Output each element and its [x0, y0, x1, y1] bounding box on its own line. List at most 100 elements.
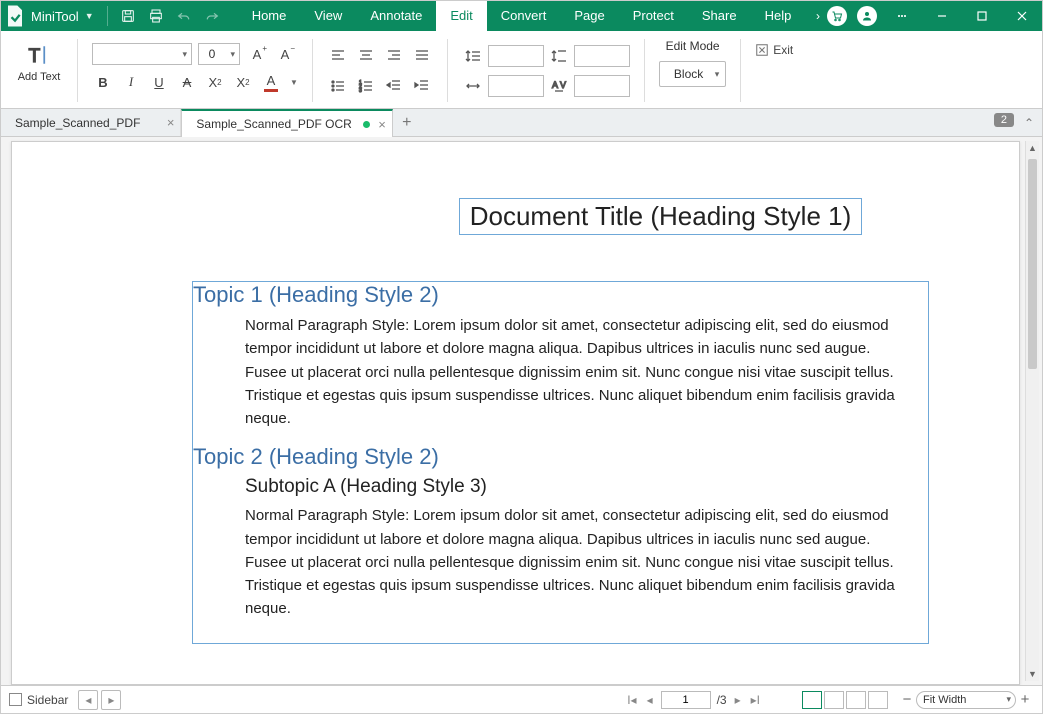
- align-right-icon[interactable]: [383, 45, 405, 67]
- font-color-dropdown-icon[interactable]: ▼: [290, 78, 298, 87]
- app-name: MiniTool: [29, 9, 83, 24]
- zoom-dropdown[interactable]: Fit Width: [916, 691, 1016, 709]
- char-spacing-input[interactable]: [574, 75, 630, 97]
- add-text-button[interactable]: T Add Text: [15, 37, 63, 83]
- view-back-button[interactable]: ◂: [78, 690, 98, 710]
- text-edit-box[interactable]: Topic 1 (Heading Style 2) Normal Paragra…: [192, 281, 929, 644]
- underline-button[interactable]: U: [148, 71, 170, 93]
- bullet-list-icon[interactable]: [327, 75, 349, 97]
- menu-edit[interactable]: Edit: [436, 1, 486, 31]
- edit-mode-dropdown[interactable]: Block: [659, 61, 726, 87]
- strikethrough-button[interactable]: A: [176, 71, 198, 93]
- tab-close-icon[interactable]: ×: [378, 117, 386, 132]
- first-page-icon[interactable]: I◂: [625, 693, 638, 707]
- page-navigation: I◂ ◂ /3 ▸ ▸I: [625, 691, 762, 709]
- bold-button[interactable]: B: [92, 71, 114, 93]
- italic-button[interactable]: I: [120, 71, 142, 93]
- ribbon: T Add Text 0 A A B I U A X2 X2 A ▼: [1, 31, 1042, 109]
- exit-icon: [755, 43, 769, 57]
- facing-view-icon[interactable]: [824, 691, 844, 709]
- align-justify-icon[interactable]: [411, 45, 433, 67]
- add-text-label: Add Text: [18, 71, 61, 83]
- menu-help[interactable]: Help: [751, 1, 806, 31]
- print-icon[interactable]: [142, 1, 170, 31]
- sidebar-label: Sidebar: [27, 693, 68, 707]
- view-forward-button[interactable]: ▸: [101, 690, 121, 710]
- numbered-list-icon[interactable]: 123: [355, 75, 377, 97]
- save-icon[interactable]: [114, 1, 142, 31]
- nav-right-icon[interactable]: ›: [816, 9, 820, 23]
- paragraph[interactable]: Normal Paragraph Style: Lorem ipsum dolo…: [245, 314, 916, 430]
- font-size-dropdown[interactable]: 0: [198, 43, 240, 65]
- tab-close-icon[interactable]: ×: [167, 115, 175, 130]
- cart-icon[interactable]: [827, 6, 847, 26]
- continuous-view-icon[interactable]: [846, 691, 866, 709]
- paragraph-spacing-input[interactable]: [574, 45, 630, 67]
- zoom-out-button[interactable]: −: [898, 691, 916, 708]
- prev-page-icon[interactable]: ◂: [645, 693, 655, 707]
- title-bar: MiniTool ▼ Home View Annotate Edit Conve…: [1, 1, 1042, 31]
- close-button[interactable]: [1002, 1, 1042, 31]
- scroll-thumb[interactable]: [1028, 159, 1037, 369]
- line-spacing-input[interactable]: [488, 45, 544, 67]
- page-canvas[interactable]: Document Title (Heading Style 1) Topic 1…: [11, 141, 1020, 685]
- scroll-down-icon[interactable]: ▼: [1026, 667, 1039, 681]
- font-color-button[interactable]: A: [260, 71, 282, 93]
- single-page-view-icon[interactable]: [802, 691, 822, 709]
- zoom-in-button[interactable]: +: [1016, 691, 1034, 708]
- document-tab[interactable]: Sample_Scanned_PDF ×: [1, 109, 181, 136]
- decrease-indent-icon[interactable]: [383, 75, 405, 97]
- heading-topic1[interactable]: Topic 1 (Heading Style 2): [193, 282, 916, 308]
- menu-view[interactable]: View: [300, 1, 356, 31]
- increase-font-icon[interactable]: A: [246, 43, 268, 65]
- menu-page[interactable]: Page: [560, 1, 618, 31]
- menu-convert[interactable]: Convert: [487, 1, 561, 31]
- maximize-button[interactable]: [962, 1, 1002, 31]
- app-menu-dropdown-icon[interactable]: ▼: [83, 11, 101, 21]
- status-bar: Sidebar ◂ ▸ I◂ ◂ /3 ▸ ▸I − Fit Width +: [1, 685, 1042, 713]
- undo-icon[interactable]: [170, 1, 198, 31]
- exit-button[interactable]: Exit: [755, 37, 793, 57]
- decrease-font-icon[interactable]: A: [274, 43, 296, 65]
- horizontal-scale-input[interactable]: [488, 75, 544, 97]
- main-menu: Home View Annotate Edit Convert Page Pro…: [238, 1, 806, 31]
- horizontal-scale-icon: [462, 75, 484, 97]
- user-icon[interactable]: [857, 6, 877, 26]
- document-tab-active[interactable]: Sample_Scanned_PDF OCR ×: [181, 109, 392, 137]
- last-page-icon[interactable]: ▸I: [749, 693, 762, 707]
- current-page-input[interactable]: [661, 691, 711, 709]
- line-spacing-icon: [462, 45, 484, 67]
- menu-annotate[interactable]: Annotate: [356, 1, 436, 31]
- total-pages-label: /3: [717, 693, 727, 707]
- new-tab-button[interactable]: +: [393, 109, 421, 136]
- increase-indent-icon[interactable]: [411, 75, 433, 97]
- sidebar-checkbox[interactable]: [9, 693, 22, 706]
- svg-text:V: V: [560, 80, 566, 90]
- align-center-icon[interactable]: [355, 45, 377, 67]
- minimize-button[interactable]: [922, 1, 962, 31]
- menu-protect[interactable]: Protect: [619, 1, 688, 31]
- modified-indicator-icon: [363, 121, 370, 128]
- svg-text:T: T: [29, 46, 41, 67]
- paragraph[interactable]: Normal Paragraph Style: Lorem ipsum dolo…: [245, 504, 916, 620]
- next-page-icon[interactable]: ▸: [733, 693, 743, 707]
- align-left-icon[interactable]: [327, 45, 349, 67]
- heading-topic2[interactable]: Topic 2 (Heading Style 2): [193, 444, 916, 470]
- continuous-facing-view-icon[interactable]: [868, 691, 888, 709]
- svg-text:A: A: [552, 80, 558, 90]
- subscript-button[interactable]: X2: [232, 71, 254, 93]
- menu-share[interactable]: Share: [688, 1, 751, 31]
- collapse-ribbon-icon[interactable]: ⌃: [1024, 116, 1034, 130]
- feedback-icon[interactable]: [882, 1, 922, 31]
- redo-icon[interactable]: [198, 1, 226, 31]
- app-logo-icon: [1, 1, 29, 31]
- superscript-button[interactable]: X2: [204, 71, 226, 93]
- separator: [107, 6, 108, 26]
- scroll-up-icon[interactable]: ▲: [1026, 141, 1039, 155]
- menu-home[interactable]: Home: [238, 1, 301, 31]
- heading-subtopic-a[interactable]: Subtopic A (Heading Style 3): [245, 476, 916, 498]
- document-title[interactable]: Document Title (Heading Style 1): [459, 198, 863, 235]
- vertical-scrollbar[interactable]: ▲ ▼: [1025, 141, 1039, 681]
- font-family-dropdown[interactable]: [92, 43, 192, 65]
- page-count-badge: 2: [994, 113, 1014, 127]
